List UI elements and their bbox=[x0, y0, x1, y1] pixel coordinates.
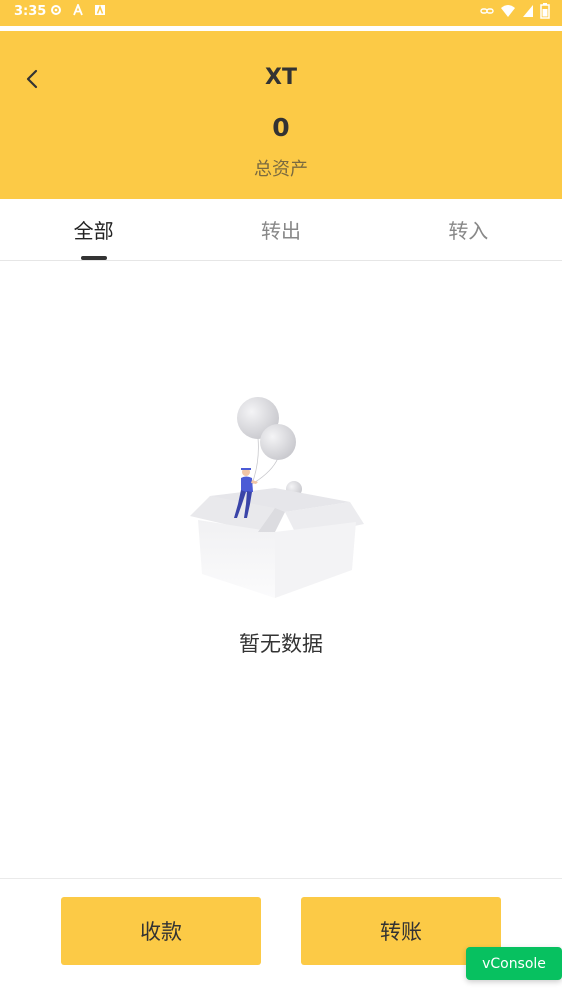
receive-button[interactable]: 收款 bbox=[61, 897, 261, 965]
a-letter-icon bbox=[73, 4, 83, 16]
a-box-icon bbox=[95, 4, 105, 15]
tab-transfer-out[interactable]: 转出 bbox=[187, 199, 374, 260]
tab-all[interactable]: 全部 bbox=[0, 199, 187, 260]
bottom-action-bar: 收款 转账 bbox=[0, 878, 562, 1000]
status-time: 3:35 bbox=[14, 4, 47, 19]
signal-icon bbox=[523, 5, 533, 17]
status-left-icons bbox=[50, 4, 106, 16]
tab-transfer-out-label: 转出 bbox=[260, 219, 301, 243]
asset-header: XT 0 总资产 bbox=[0, 31, 562, 199]
link-icon bbox=[480, 8, 494, 14]
tab-transfer-in-label: 转入 bbox=[448, 219, 489, 243]
status-bar: 3:35 bbox=[0, 0, 562, 26]
total-asset-label: 总资产 bbox=[254, 159, 308, 180]
settings-icon bbox=[51, 5, 61, 15]
wifi-icon bbox=[501, 5, 515, 17]
page-title: XT bbox=[265, 65, 297, 90]
tab-active-indicator bbox=[80, 256, 107, 260]
battery-icon bbox=[540, 3, 550, 19]
status-right-icons bbox=[480, 3, 550, 19]
tab-transfer-in[interactable]: 转入 bbox=[375, 199, 562, 260]
empty-state-text: 暂无数据 bbox=[239, 632, 323, 656]
vconsole-button[interactable]: vConsole bbox=[466, 947, 562, 980]
total-asset-value: 0 bbox=[272, 113, 290, 142]
transaction-tabs: 全部 转出 转入 bbox=[0, 199, 562, 261]
tab-all-label: 全部 bbox=[73, 219, 114, 243]
empty-box-balloons-illustration bbox=[190, 397, 364, 598]
